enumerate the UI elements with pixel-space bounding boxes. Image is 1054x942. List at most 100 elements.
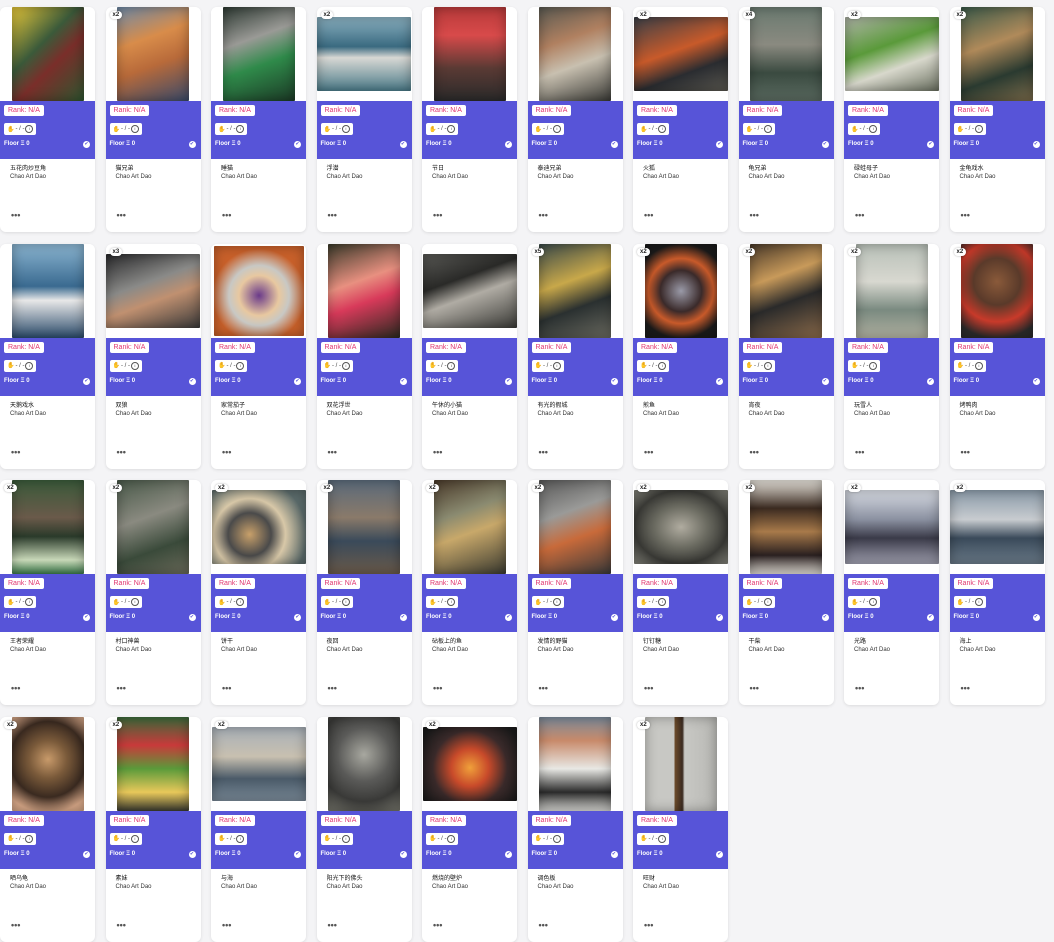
reactions-stats[interactable]: ✋ - / -i (953, 123, 986, 135)
artwork-frame[interactable] (738, 7, 834, 101)
reactions-stats[interactable]: ✋ - / -i (742, 359, 775, 372)
reactions-stats[interactable]: ✋ - / -i (109, 359, 142, 372)
info-icon[interactable]: i (236, 598, 245, 606)
artwork-frame[interactable] (422, 7, 517, 101)
artwork-frame[interactable] (316, 716, 412, 811)
more-options-icon[interactable]: ••• (328, 683, 337, 693)
reactions-stats[interactable]: ✋ - / -i (742, 596, 775, 608)
verified-icon[interactable]: ✔ (188, 614, 196, 621)
artwork-title[interactable]: 村口神兽 (116, 636, 140, 645)
artwork-image[interactable] (117, 7, 189, 101)
artwork-frame[interactable] (633, 7, 728, 101)
verified-icon[interactable]: ✔ (188, 141, 196, 148)
reactions-stats[interactable]: ✋ - / -i (426, 832, 459, 845)
creator-name[interactable]: Chao Art Dao (432, 647, 468, 653)
nft-card[interactable]: x2 Rank: N/A ✋ - / - i Floor Ξ 0 ✔ 村口神兽 Chao Art… (105, 480, 201, 705)
nft-card[interactable]: x2 Rank: N/A ✋ - / - i Floor Ξ 0 ✔ 干柴 Chao Art D… (738, 480, 834, 705)
artwork-frame[interactable] (527, 7, 623, 101)
info-icon[interactable]: i (552, 361, 561, 370)
nft-card[interactable]: x2 Rank: N/A ✋ - / - i Floor Ξ 0 ✔ 王者荣耀 Chao Art… (0, 480, 95, 705)
artwork-image[interactable] (11, 716, 84, 811)
more-options-icon[interactable]: ••• (433, 447, 442, 457)
creator-name[interactable]: Chao Art Dao (538, 884, 574, 890)
info-icon[interactable]: i (974, 598, 983, 606)
artwork-title[interactable]: 与海 (221, 873, 233, 882)
artwork-image[interactable] (539, 716, 611, 811)
creator-name[interactable]: Chao Art Dao (854, 411, 890, 417)
nft-card[interactable]: x3 Rank: N/A ✋ - / - i Floor Ξ 0 ✔ 双狼 Chao Art D… (105, 243, 201, 469)
creator-name[interactable]: Chao Art Dao (327, 411, 363, 417)
artwork-image[interactable] (961, 7, 1033, 101)
artwork-title[interactable]: 烤鸭肉 (960, 400, 978, 409)
creator-name[interactable]: Chao Art Dao (643, 174, 679, 180)
verified-icon[interactable]: ✔ (716, 377, 723, 385)
artwork-frame[interactable] (844, 480, 939, 574)
artwork-image[interactable] (422, 726, 517, 801)
more-options-icon[interactable]: ••• (750, 683, 759, 693)
artwork-image[interactable] (633, 490, 728, 564)
creator-name[interactable]: Chao Art Dao (538, 411, 574, 417)
artwork-image[interactable] (328, 480, 400, 574)
artwork-title[interactable]: 午休的小猫 (432, 400, 462, 409)
artwork-frame[interactable] (0, 7, 95, 101)
artwork-title[interactable]: 砧板上的鱼 (432, 636, 462, 645)
artwork-image[interactable] (213, 245, 304, 336)
nft-card[interactable]: x2 Rank: N/A ✋ - / - i Floor Ξ 0 ✔ 饼干 Chao Art D… (211, 480, 306, 705)
artwork-image[interactable] (433, 7, 506, 101)
artwork-image[interactable] (633, 17, 728, 91)
verified-icon[interactable]: ✔ (505, 141, 512, 148)
creator-name[interactable]: Chao Art Dao (116, 174, 152, 180)
reactions-stats[interactable]: ✋ - / -i (426, 596, 459, 608)
reactions-stats[interactable]: ✋ - / -i (215, 123, 248, 135)
reactions-stats[interactable]: ✋ - / -i (848, 596, 881, 608)
artwork-image[interactable] (422, 253, 517, 328)
verified-icon[interactable]: ✔ (399, 850, 407, 858)
creator-name[interactable]: Chao Art Dao (960, 647, 996, 653)
verified-icon[interactable]: ✔ (610, 141, 618, 148)
creator-name[interactable]: Chao Art Dao (432, 884, 468, 890)
artwork-title[interactable]: 泰迪兄弟 (538, 163, 562, 172)
reactions-stats[interactable]: ✋ - / -i (109, 832, 142, 845)
artwork-title[interactable]: 燃烧的壁炉 (432, 873, 462, 882)
artwork-image[interactable] (539, 480, 611, 574)
artwork-image[interactable] (328, 716, 400, 811)
info-icon[interactable]: i (130, 598, 139, 606)
info-icon[interactable]: i (974, 125, 983, 133)
more-options-icon[interactable]: ••• (644, 920, 653, 930)
more-options-icon[interactable]: ••• (750, 447, 759, 457)
creator-name[interactable]: Chao Art Dao (327, 174, 363, 180)
artwork-image[interactable] (222, 7, 295, 101)
more-options-icon[interactable]: ••• (328, 920, 337, 930)
creator-name[interactable]: Chao Art Dao (538, 174, 574, 180)
more-options-icon[interactable]: ••• (433, 683, 442, 693)
nft-card[interactable]: x2 Rank: N/A ✋ - / - i Floor Ξ 0 ✔ 素妹 Chao Art D… (105, 716, 201, 942)
nft-card[interactable]: Rank: N/A ✋ - / - i Floor Ξ 0 ✔ 节日 Chao Art Dao… (422, 7, 517, 232)
info-icon[interactable]: i (763, 598, 772, 606)
more-options-icon[interactable]: ••• (855, 447, 864, 457)
more-options-icon[interactable]: ••• (117, 447, 126, 457)
reactions-stats[interactable]: ✋ - / -i (426, 123, 459, 135)
creator-name[interactable]: Chao Art Dao (10, 884, 46, 890)
creator-name[interactable]: Chao Art Dao (116, 411, 152, 417)
nft-card[interactable]: x5 Rank: N/A ✋ - / - i Floor Ξ 0 ✔ 有光的假城 Chao Ar… (527, 243, 623, 469)
nft-card[interactable]: x2 Rank: N/A ✋ - / - i Floor Ξ 0 ✔ 烤鸭肉 Chao Art … (949, 243, 1045, 469)
artwork-title[interactable]: 钉钉糖 (643, 636, 661, 645)
nft-card[interactable]: x2 Rank: N/A ✋ - / - i Floor Ξ 0 ✔ 玩雪人 Chao Art … (844, 243, 939, 469)
reactions-stats[interactable]: ✋ - / -i (531, 832, 564, 845)
reactions-stats[interactable]: ✋ - / -i (320, 123, 353, 135)
more-options-icon[interactable]: ••• (855, 683, 864, 693)
nft-card[interactable]: x2 Rank: N/A ✋ - / - i Floor Ξ 0 ✔ 碌蛙母子 Chao Art… (844, 7, 939, 232)
info-icon[interactable]: i (130, 361, 139, 370)
nft-card[interactable]: Rank: N/A ✋ - / - i Floor Ξ 0 ✔ 双花浮世 Chao Art D… (316, 243, 412, 469)
artwork-image[interactable] (539, 243, 611, 338)
creator-name[interactable]: Chao Art Dao (221, 647, 257, 653)
reactions-stats[interactable]: ✋ - / -i (426, 359, 459, 372)
reactions-stats[interactable]: ✋ - / -i (637, 359, 670, 372)
reactions-stats[interactable]: ✋ - / -i (215, 359, 248, 372)
artwork-title[interactable]: 节日 (432, 163, 444, 172)
creator-name[interactable]: Chao Art Dao (749, 647, 785, 653)
artwork-title[interactable]: 有光的假城 (538, 400, 568, 409)
artwork-title[interactable]: 王者荣耀 (10, 636, 34, 645)
verified-icon[interactable]: ✔ (821, 377, 829, 385)
artwork-title[interactable]: 调色板 (538, 873, 556, 882)
